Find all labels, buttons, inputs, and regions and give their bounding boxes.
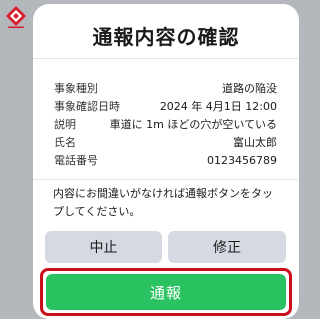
detail-row-event-type: 事象種別 道路の陥没 (54, 80, 277, 98)
detail-value: 車道に 1m ほどの穴が空いている (109, 118, 277, 131)
detail-row-name: 氏名 富山太郎 (54, 134, 277, 152)
report-confirmation-dialog: 通報内容の確認 事象種別 道路の陥没 事象確認日時 2024 年 4月1日 12… (33, 4, 299, 319)
detail-label: 事象種別 (54, 82, 98, 95)
detail-value: 2024 年 4月1日 12:00 (159, 100, 277, 113)
cancel-button[interactable]: 中止 (45, 231, 162, 263)
detail-label: 氏名 (54, 136, 76, 149)
detail-label: 電話番号 (54, 154, 98, 167)
city-emblem-icon (5, 5, 27, 29)
detail-value: 0123456789 (207, 154, 277, 167)
report-button-highlight: 通報 (40, 268, 292, 316)
title-divider (33, 58, 299, 59)
edit-button[interactable]: 修正 (168, 231, 286, 263)
detail-row-description: 説明 車道に 1m ほどの穴が空いている (54, 116, 277, 134)
details-divider (33, 179, 299, 180)
detail-row-phone: 電話番号 0123456789 (54, 152, 277, 170)
dialog-title: 通報内容の確認 (92, 25, 240, 49)
detail-value: 道路の陥没 (222, 82, 277, 95)
detail-label: 説明 (54, 118, 76, 131)
report-details: 事象種別 道路の陥没 事象確認日時 2024 年 4月1日 12:00 説明 車… (54, 80, 277, 170)
report-button[interactable]: 通報 (46, 274, 286, 310)
detail-label: 事象確認日時 (54, 100, 120, 113)
detail-row-confirmed-datetime: 事象確認日時 2024 年 4月1日 12:00 (54, 98, 277, 116)
detail-value: 富山太郎 (233, 136, 277, 149)
confirmation-notice: 内容にお間違いがなければ通報ボタンをタップしてください。 (53, 187, 273, 218)
